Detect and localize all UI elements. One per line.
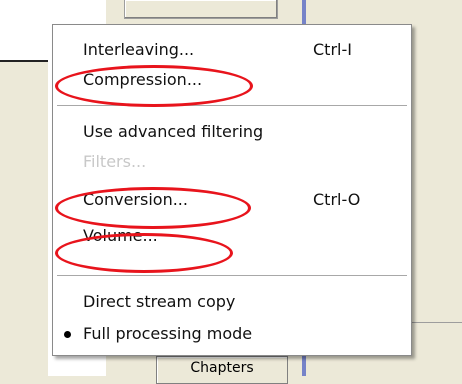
chapters-button[interactable]: Chapters — [156, 356, 288, 384]
menu-item-volume[interactable]: Volume... — [53, 221, 411, 249]
menu-item-label: Filters... — [83, 152, 147, 171]
menu-item-label: Volume... — [83, 226, 158, 245]
menu-item-full-processing-mode[interactable]: Full processing mode — [53, 319, 411, 347]
menu-item-label: Interleaving... — [83, 40, 195, 59]
context-menu: Interleaving... Ctrl-I Compression... Us… — [52, 24, 412, 356]
menu-item-interleaving[interactable]: Interleaving... Ctrl-I — [53, 35, 411, 63]
radio-bullet-icon — [64, 331, 71, 338]
menu-item-label: Direct stream copy — [83, 292, 236, 311]
menu-item-label: Full processing mode — [83, 324, 253, 343]
menu-separator — [57, 275, 407, 277]
menu-item-label: Compression... — [83, 70, 203, 89]
menu-item-label: Conversion... — [83, 190, 188, 209]
menu-item-compression[interactable]: Compression... — [53, 65, 411, 93]
menu-item-conversion[interactable]: Conversion... Ctrl-O — [53, 185, 411, 213]
menu-item-label: Use advanced filtering — [83, 122, 264, 141]
menu-separator — [57, 105, 407, 107]
menu-item-direct-stream-copy[interactable]: Direct stream copy — [53, 287, 411, 315]
menu-item-use-advanced-filtering[interactable]: Use advanced filtering — [53, 117, 411, 145]
menu-item-filters: Filters... — [53, 147, 411, 175]
background-button-top[interactable] — [124, 0, 278, 19]
menu-item-shortcut: Ctrl-O — [313, 190, 361, 209]
background-divider — [0, 60, 48, 62]
background-panel-left — [0, 0, 48, 62]
menu-item-shortcut: Ctrl-I — [313, 40, 352, 59]
